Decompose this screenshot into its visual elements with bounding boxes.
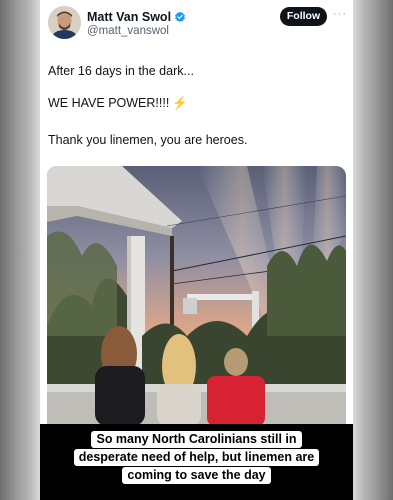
tweet-card: Matt Van Swol @matt_vanswol Follow ··· A… <box>40 0 353 500</box>
avatar-image <box>48 6 81 39</box>
avatar[interactable] <box>48 6 81 39</box>
lightning-bolt-icon: ⚡ <box>172 96 188 110</box>
tweet-text-line-3: Thank you linemen, you are heroes. <box>48 133 248 147</box>
follow-button[interactable]: Follow <box>280 7 327 26</box>
display-name[interactable]: Matt Van Swol <box>87 10 186 24</box>
verified-badge-icon <box>175 11 185 22</box>
caption-line-2: desperate need of help, but linemen are <box>40 448 353 466</box>
tweet-text-line-1: After 16 days in the dark... <box>48 64 194 78</box>
more-options-icon[interactable]: ··· <box>333 8 347 20</box>
tweet-header: Matt Van Swol @matt_vanswol Follow ··· <box>40 0 353 48</box>
tweet-text-line-2: WE HAVE POWER!!!! ⚡ <box>48 96 188 110</box>
caption-line-1: So many North Carolinians still in <box>40 430 353 448</box>
user-handle[interactable]: @matt_vanswol <box>87 25 169 37</box>
caption-line-3: coming to save the day <box>40 466 353 484</box>
sunset-photo <box>47 166 346 426</box>
video-caption: So many North Carolinians still in despe… <box>40 424 353 500</box>
tweet-photo[interactable] <box>47 166 346 426</box>
